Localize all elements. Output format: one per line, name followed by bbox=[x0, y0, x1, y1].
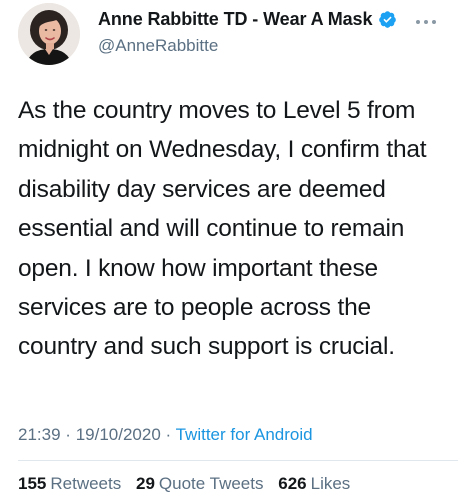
divider bbox=[18, 460, 458, 461]
retweets-label: Retweets bbox=[50, 474, 122, 493]
likes-stat[interactable]: 626 Likes bbox=[278, 474, 350, 493]
quote-tweets-count: 29 bbox=[135, 474, 155, 493]
retweets-stat[interactable]: 155 Retweets bbox=[18, 474, 121, 493]
tweet-date[interactable]: 19/10/2020 bbox=[76, 425, 161, 444]
tweet-text: As the country moves to Level 5 from mid… bbox=[18, 97, 427, 361]
likes-count: 626 bbox=[278, 474, 307, 493]
tweet-meta: 21:39 · 19/10/2020 · Twitter for Android bbox=[18, 425, 313, 445]
author-display-name[interactable]: Anne Rabbitte TD - Wear A Mask bbox=[98, 9, 372, 30]
retweets-count: 155 bbox=[18, 474, 47, 493]
avatar[interactable] bbox=[18, 3, 80, 65]
author-name-row[interactable]: Anne Rabbitte TD - Wear A Mask bbox=[98, 9, 397, 30]
meta-separator: · bbox=[165, 425, 172, 444]
tweet-card: Anne Rabbitte TD - Wear A Mask @AnneRabb… bbox=[0, 0, 458, 500]
meta-separator: · bbox=[65, 425, 71, 444]
quote-tweets-label: Quote Tweets bbox=[158, 474, 264, 493]
likes-label: Likes bbox=[310, 474, 351, 493]
tweet-source-link[interactable]: Twitter for Android bbox=[176, 425, 313, 444]
verified-badge-icon bbox=[378, 10, 397, 29]
author-handle[interactable]: @AnneRabbitte bbox=[98, 36, 218, 56]
tweet-stats: 155 Retweets 29 Quote Tweets 626 Likes bbox=[18, 474, 360, 494]
quote-tweets-stat[interactable]: 29 Quote Tweets bbox=[136, 474, 264, 493]
avatar-photo-icon bbox=[18, 3, 80, 65]
tweet-time[interactable]: 21:39 bbox=[18, 425, 61, 444]
more-options-icon[interactable] bbox=[414, 14, 438, 24]
